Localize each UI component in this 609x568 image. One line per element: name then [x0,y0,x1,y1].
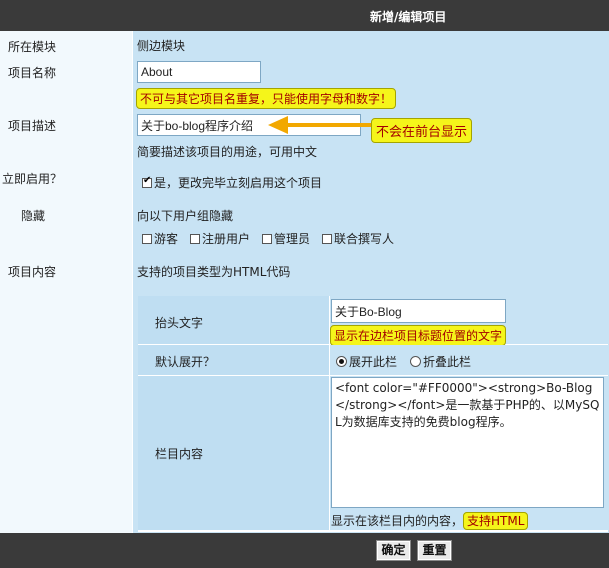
body-textarea[interactable]: <font color="#FF0000"><strong>Bo-Blog</s… [331,377,604,508]
registered-checkbox[interactable] [190,234,200,244]
admin-checkbox[interactable] [262,234,272,244]
page-title: 新增/编辑项目 [370,10,447,24]
body-hint: 显示在该栏目内的内容， 支持HTML [331,512,529,530]
hide-group-registered[interactable]: 注册用户 [190,230,250,247]
heading-input[interactable] [331,299,506,323]
heading-label: 抬头文字 [155,316,204,330]
name-label: 项目名称 [8,66,57,80]
enable-label: 立即启用？ [2,172,63,186]
name-hint: 不可与其它项目名重复，只能使用字母和数字！ [136,88,397,109]
reset-button[interactable]: 重置 [417,540,452,561]
description-label: 项目描述 [8,119,57,133]
guest-checkbox[interactable] [142,234,152,244]
content-subform: 抬头文字 显示在边栏项目标题位置的文字 默认展开？ 展开此栏 折叠此栏 栏目内容… [138,296,608,532]
enable-checkbox[interactable] [142,175,152,188]
content-label: 项目内容 [8,265,57,279]
content-intro: 支持的项目类型为HTML代码 [137,265,291,279]
subform-row-body: 栏目内容 <font color="#FF0000"><strong>Bo-Bl… [138,376,608,530]
row-enable: 立即启用？ 是，更改完毕立刻启用这个项目 [0,163,609,200]
heading-hint: 显示在边栏项目标题位置的文字 [330,325,507,346]
hide-group-guest[interactable]: 游客 [142,230,178,247]
hide-group-admin[interactable]: 管理员 [262,230,310,247]
body-label: 栏目内容 [155,447,204,461]
subform-row-expand: 默认展开？ 展开此栏 折叠此栏 [138,345,608,375]
module-label: 所在模块 [8,40,57,54]
hide-group-coauthor[interactable]: 联合撰写人 [322,230,394,247]
expand-radio[interactable] [336,356,347,367]
enable-text: 是，更改完毕立刻启用这个项目 [154,176,323,190]
callout-arrow-icon [268,116,372,134]
row-module: 所在模块 侧边模块 [0,31,609,58]
header-bar: 新增/编辑项目 [0,0,609,31]
expand-option-open[interactable]: 展开此栏 [336,353,397,370]
name-input[interactable] [137,61,261,83]
body-hint-highlight: 支持HTML [463,512,529,530]
confirm-button[interactable]: 确定 [376,540,411,561]
module-value: 侧边模块 [137,39,186,53]
expand-option-collapse[interactable]: 折叠此栏 [410,353,471,370]
hide-intro: 向以下用户组隐藏 [137,209,234,223]
hide-label: 隐藏 [21,209,46,223]
collapse-radio[interactable] [410,356,421,367]
subform-row-heading: 抬头文字 显示在边栏项目标题位置的文字 [138,296,608,346]
row-description: 项目描述 不会在前台显示 简要描述该项目的用途，可用中文 [0,109,609,164]
row-name: 项目名称 不可与其它项目名重复，只能使用字母和数字！ [0,57,609,110]
footer-bar [0,533,609,568]
expand-label: 默认展开？ [155,355,216,369]
description-hint: 简要描述该项目的用途，可用中文 [137,145,318,159]
description-callout: 不会在前台显示 [371,118,473,143]
row-hide: 隐藏 向以下用户组隐藏 游客 注册用户 管理员 联合撰写人 [0,199,609,255]
coauthor-checkbox[interactable] [322,234,332,244]
